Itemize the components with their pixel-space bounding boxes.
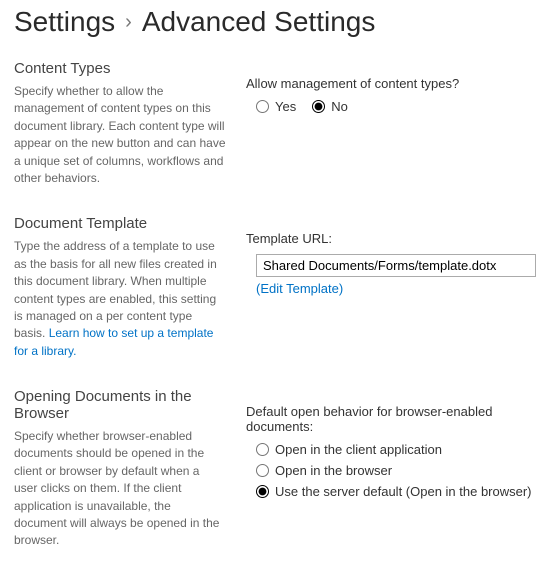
radio-label-no: No <box>331 99 348 114</box>
radio-input-no[interactable] <box>312 100 325 113</box>
chevron-right-icon: › <box>125 11 132 34</box>
template-url-input[interactable] <box>256 254 536 277</box>
radio-label-yes: Yes <box>275 99 296 114</box>
radio-open-server-default[interactable]: Use the server default (Open in the brow… <box>256 484 540 499</box>
radio-input-browser[interactable] <box>256 464 269 477</box>
label-open-behavior: Default open behavior for browser-enable… <box>246 404 540 434</box>
label-allow-content-types: Allow management of content types? <box>246 76 540 91</box>
section-title-open-behavior: Opening Documents in the Browser <box>14 388 226 422</box>
breadcrumb-root[interactable]: Settings <box>14 6 115 38</box>
radio-input-client[interactable] <box>256 443 269 456</box>
breadcrumb: Settings › Advanced Settings <box>14 6 540 38</box>
radio-open-client[interactable]: Open in the client application <box>256 442 540 457</box>
radio-content-types-no[interactable]: No <box>312 99 348 114</box>
radio-input-server[interactable] <box>256 485 269 498</box>
section-desc-doc-template: Type the address of a template to use as… <box>14 238 226 360</box>
section-title-content-types: Content Types <box>14 60 226 77</box>
radio-label-client: Open in the client application <box>275 442 442 457</box>
page-title: Advanced Settings <box>142 6 376 38</box>
section-desc-open-behavior: Specify whether browser-enabled document… <box>14 428 226 550</box>
section-title-doc-template: Document Template <box>14 215 226 232</box>
section-document-template: Document Template Type the address of a … <box>14 215 540 360</box>
edit-template-link[interactable]: (Edit Template) <box>256 281 540 296</box>
radio-content-types-yes[interactable]: Yes <box>256 99 296 114</box>
radio-label-browser: Open in the browser <box>275 463 392 478</box>
section-desc-content-types: Specify whether to allow the management … <box>14 83 226 187</box>
section-open-behavior: Opening Documents in the Browser Specify… <box>14 388 540 550</box>
radio-input-yes[interactable] <box>256 100 269 113</box>
label-template-url: Template URL: <box>246 231 540 246</box>
radio-open-browser[interactable]: Open in the browser <box>256 463 540 478</box>
section-content-types: Content Types Specify whether to allow t… <box>14 60 540 187</box>
radio-label-server: Use the server default (Open in the brow… <box>275 484 532 499</box>
